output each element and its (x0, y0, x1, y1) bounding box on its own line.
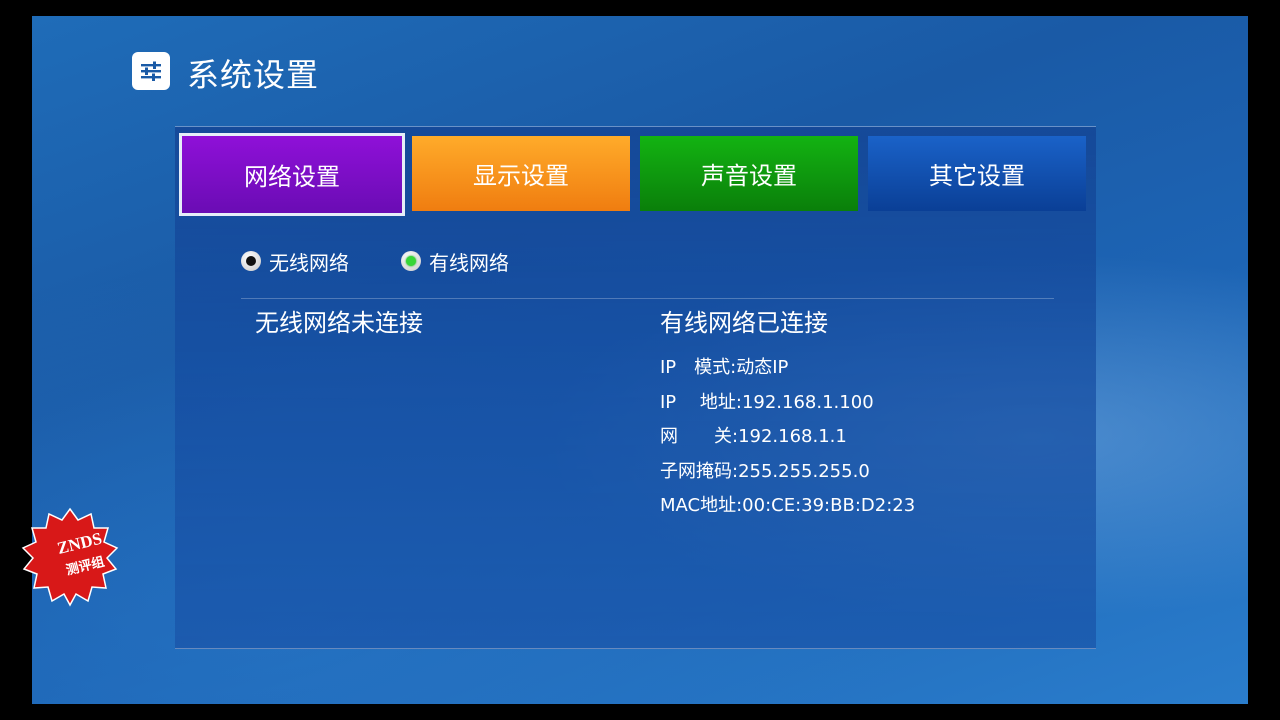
info-value: 动态IP (736, 357, 789, 378)
info-label: MAC地址: (660, 495, 743, 516)
info-label: IP 地址: (660, 391, 742, 413)
wired-info-list: IP 模式: 动态IP IP 地址: 192.168.1.100 网 关: 19… (660, 351, 915, 524)
info-label: 子网掩码: (660, 460, 739, 482)
info-value: 192.168.1.100 (741, 391, 874, 413)
znds-watermark-badge: ZNDS 测评组 (18, 505, 122, 609)
subnet-mask-row: 子网掩码: 255.255.255.0 (660, 455, 915, 490)
tab-label: 网络设置 (244, 163, 340, 191)
settings-panel: 网络设置 显示设置 声音设置 其它设置 无线网络 有线网络 无线网络未连接 有线… (175, 126, 1096, 649)
gateway-row: 网 关: 192.168.1.1 (660, 420, 915, 455)
wireless-radio[interactable]: 无线网络 (241, 247, 349, 276)
info-label: 网 关: (660, 426, 739, 447)
tab-display-settings[interactable]: 显示设置 (412, 136, 630, 211)
tab-label: 显示设置 (473, 162, 569, 190)
radio-unchecked-icon (241, 251, 261, 271)
divider (241, 298, 1054, 299)
info-value: 192.168.1.1 (738, 426, 847, 447)
radio-label: 无线网络 (269, 250, 349, 275)
radio-label: 有线网络 (429, 250, 509, 275)
tab-other-settings[interactable]: 其它设置 (868, 136, 1086, 211)
info-label: IP 模式: (660, 357, 737, 378)
ip-address-row: IP 地址: 192.168.1.100 (660, 386, 915, 421)
network-type-selector: 无线网络 有线网络 (241, 247, 561, 275)
page-title: 系统设置 (187, 56, 320, 94)
sliders-icon (132, 52, 170, 90)
info-value: 255.255.255.0 (738, 460, 870, 482)
radio-checked-icon (401, 251, 421, 271)
info-value: 00:CE:39:BB:D2:23 (742, 495, 916, 516)
tab-sound-settings[interactable]: 声音设置 (640, 136, 858, 211)
ip-mode-row: IP 模式: 动态IP (660, 351, 915, 386)
settings-screen: 系统设置 网络设置 显示设置 声音设置 其它设置 无线网络 有线网络 无线网络未… (32, 16, 1248, 704)
wireless-status: 无线网络未连接 (255, 309, 423, 337)
tab-label: 声音设置 (701, 162, 797, 190)
mac-address-row: MAC地址: 00:CE:39:BB:D2:23 (660, 489, 915, 524)
wired-radio[interactable]: 有线网络 (401, 247, 509, 276)
wired-status: 有线网络已连接 (660, 309, 828, 337)
tab-network-settings[interactable]: 网络设置 (179, 133, 405, 216)
tab-label: 其它设置 (929, 162, 1025, 190)
